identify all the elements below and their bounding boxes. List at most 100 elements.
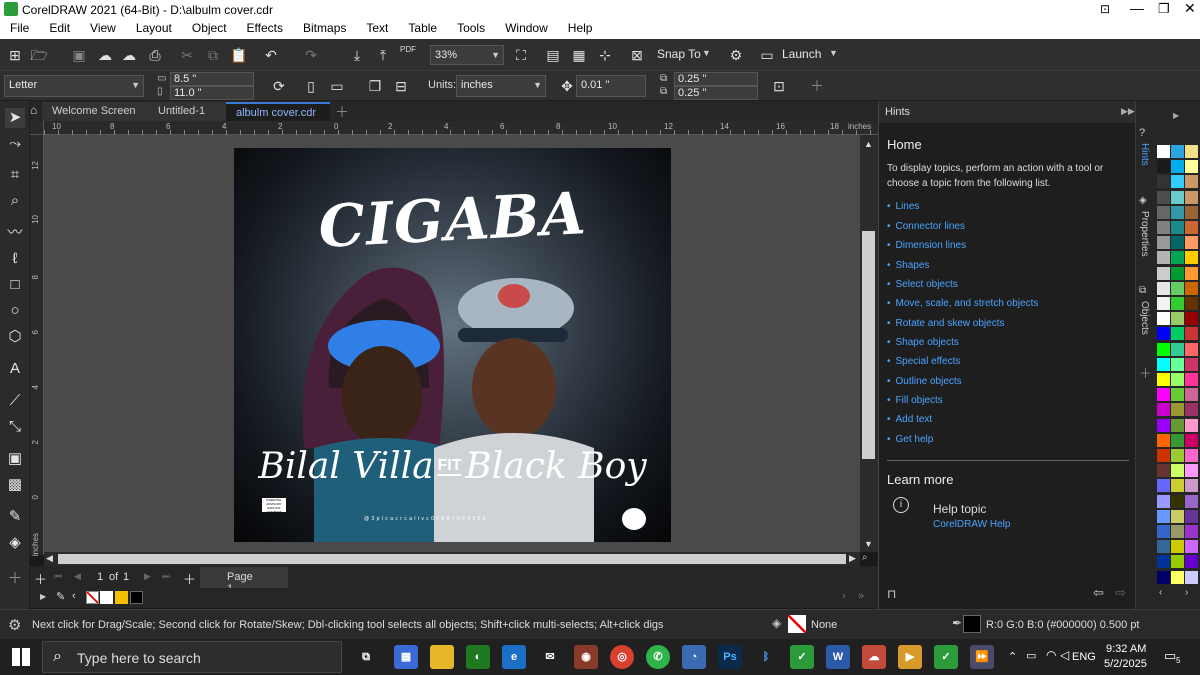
color-swatch[interactable] xyxy=(1171,418,1184,432)
menu-edit[interactable]: Edit xyxy=(39,19,80,35)
color-swatch[interactable] xyxy=(1185,540,1198,554)
menu-object[interactable]: Object xyxy=(182,19,237,35)
redo-icon[interactable]: ↷ xyxy=(302,46,320,64)
add-page-after-icon[interactable]: ＋ xyxy=(183,569,196,588)
full-screen-icon[interactable]: ⛶ xyxy=(512,46,530,64)
artistic-media-icon[interactable]: ℓ xyxy=(5,249,25,269)
color-swatch[interactable] xyxy=(1185,327,1198,341)
color-swatch[interactable] xyxy=(1185,357,1198,371)
palette-scroll-left-icon[interactable]: ‹ xyxy=(1159,587,1162,598)
color-swatch[interactable] xyxy=(1171,236,1184,250)
color-swatch[interactable] xyxy=(1157,494,1170,508)
cut-icon[interactable]: ✂ xyxy=(178,46,196,64)
treat-as-filled-icon[interactable]: ⊡ xyxy=(770,77,788,95)
color-swatch[interactable] xyxy=(1185,342,1198,356)
export-icon[interactable]: ⤒ xyxy=(374,46,392,64)
all-pages-icon[interactable]: ❐ xyxy=(366,77,384,95)
menu-window[interactable]: Window xyxy=(495,19,558,35)
white-swatch[interactable] xyxy=(100,591,113,604)
duplicate-y-field[interactable]: 0.25 " xyxy=(674,86,758,100)
objects-tab-icon[interactable]: ⧉ xyxy=(1139,285,1146,296)
mail-icon[interactable]: ✉ xyxy=(538,645,562,669)
color-swatch[interactable] xyxy=(1171,266,1184,280)
show-grid-icon[interactable]: ▦ xyxy=(570,46,588,64)
color-swatch[interactable] xyxy=(1171,357,1184,371)
nudge-distance-field[interactable]: 0.01 " xyxy=(576,75,646,97)
color-swatch[interactable] xyxy=(1157,342,1170,356)
color-swatch[interactable] xyxy=(1157,175,1170,189)
color-swatch[interactable] xyxy=(1185,418,1198,432)
color-swatch[interactable] xyxy=(1185,570,1198,584)
color-swatch[interactable] xyxy=(1157,236,1170,250)
color-swatch[interactable] xyxy=(1185,525,1198,538)
notification-icon[interactable]: ▭ xyxy=(1164,648,1176,664)
transparency-tool-icon[interactable]: ▩ xyxy=(5,475,25,495)
menu-bitmaps[interactable]: Bitmaps xyxy=(293,19,356,35)
add-docker-icon[interactable]: ＋ xyxy=(1139,363,1152,382)
app-cloud-icon[interactable]: ☁ xyxy=(862,645,886,669)
file-explorer-icon[interactable] xyxy=(430,645,454,669)
yellow-swatch[interactable] xyxy=(115,591,128,604)
palette-scroll-end-icon[interactable]: » xyxy=(858,590,864,602)
color-swatch[interactable] xyxy=(1171,540,1184,554)
tray-chevron-icon[interactable]: ⌃ xyxy=(1008,650,1017,663)
horizontal-scrollbar[interactable]: ◀ ▶ xyxy=(44,552,860,566)
zoom-corner-icon[interactable]: ⌕ xyxy=(862,552,868,563)
close-button[interactable]: ✕ xyxy=(1184,0,1196,17)
back-arrow-icon[interactable]: ⇦ xyxy=(1093,585,1104,601)
coreldraw-taskbar-icon[interactable]: ✓ xyxy=(934,645,958,669)
color-swatch[interactable] xyxy=(1185,251,1198,265)
launch-icon[interactable]: ▭ xyxy=(758,46,776,64)
color-swatch[interactable] xyxy=(1185,433,1198,447)
docker-collapse-icon[interactable]: ▶▶ xyxy=(1121,106,1135,117)
color-swatch[interactable] xyxy=(1171,145,1184,158)
hint-topic-link[interactable]: • Lines xyxy=(887,201,919,212)
forward-arrow-icon[interactable]: ⇨ xyxy=(1115,585,1126,601)
color-swatch[interactable] xyxy=(1157,418,1170,432)
color-swatch[interactable] xyxy=(1185,555,1198,569)
color-swatch[interactable] xyxy=(1171,342,1184,356)
task-view-icon[interactable]: ⧉ xyxy=(354,645,378,669)
color-swatch[interactable] xyxy=(1171,160,1184,174)
color-swatch[interactable] xyxy=(1157,190,1170,204)
color-swatch[interactable] xyxy=(1185,312,1198,326)
color-swatch[interactable] xyxy=(1157,570,1170,584)
language-indicator[interactable]: ENG xyxy=(1072,651,1096,663)
scroll-thumb[interactable] xyxy=(58,554,846,564)
vertical-ruler[interactable]: 12 10 8 6 4 2 0 inches xyxy=(30,135,44,556)
tab-hints[interactable]: Hints xyxy=(1139,143,1150,166)
color-swatch[interactable] xyxy=(1185,236,1198,250)
color-swatch[interactable] xyxy=(1171,221,1184,234)
color-swatch[interactable] xyxy=(1185,145,1198,158)
color-swatch[interactable] xyxy=(1171,433,1184,447)
hint-topic-link[interactable]: • Move, scale, and stretch objects xyxy=(887,298,1038,309)
export-pdf-button[interactable]: PDF xyxy=(400,45,416,54)
color-swatch[interactable] xyxy=(1171,190,1184,204)
import-icon[interactable]: ⤓ xyxy=(348,46,366,64)
color-swatch[interactable] xyxy=(1171,555,1184,569)
first-page-icon[interactable]: ⏮ xyxy=(54,571,62,582)
chevron-down-icon[interactable]: ▼ xyxy=(702,48,711,58)
interactive-fill-icon[interactable]: ◈ xyxy=(5,533,25,553)
album-cover-artwork[interactable]: CIGABA Bilal Villa FIT Black Boy PARENTA… xyxy=(234,148,671,542)
shape-tool-icon[interactable]: ⤳ xyxy=(5,134,25,154)
menu-table[interactable]: Table xyxy=(398,19,447,35)
hint-topic-link[interactable]: • Special effects xyxy=(887,356,960,367)
launch-button[interactable]: Launch xyxy=(782,47,821,61)
text-tool-icon[interactable]: A xyxy=(5,359,25,379)
page-tab[interactable]: Page 1 xyxy=(200,567,288,595)
color-swatch[interactable] xyxy=(1171,175,1184,189)
hints-tab-icon[interactable]: ? xyxy=(1139,127,1145,139)
open-icon[interactable]: 🗁 xyxy=(30,46,48,64)
page-width-field[interactable]: 8.5 " xyxy=(170,72,254,86)
restore-button[interactable]: ❐ xyxy=(1158,1,1170,17)
word-icon[interactable]: W xyxy=(826,645,850,669)
color-swatch[interactable] xyxy=(1171,509,1184,523)
windows-start-icon[interactable] xyxy=(12,648,30,666)
minimize-button[interactable]: — xyxy=(1130,0,1144,16)
color-swatch[interactable] xyxy=(1185,403,1198,417)
landscape-icon[interactable]: ▭ xyxy=(328,77,346,95)
menu-help[interactable]: Help xyxy=(558,19,603,35)
volume-icon[interactable]: ◁ xyxy=(1060,648,1069,662)
add-icon[interactable]: ＋ xyxy=(808,77,826,95)
